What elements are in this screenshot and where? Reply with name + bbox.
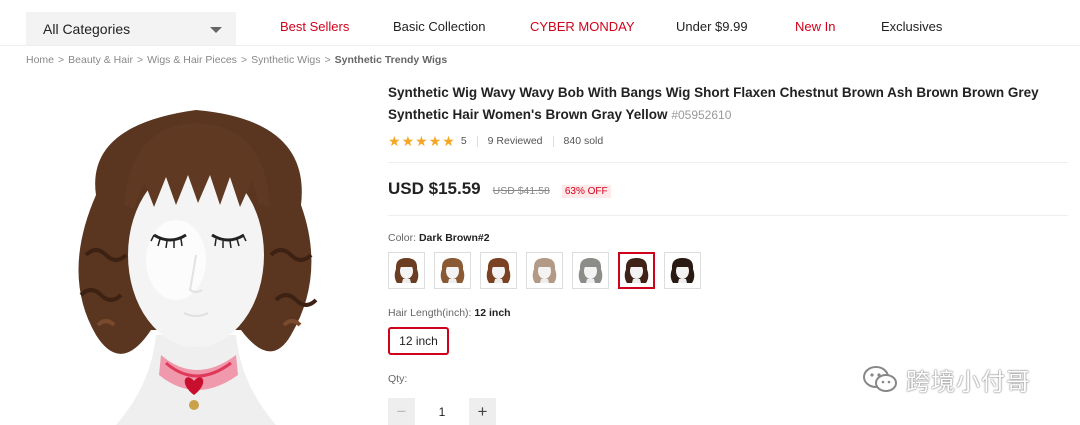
color-swatch-dark-brown-2[interactable] [618,252,655,289]
length-label: Hair Length(inch): 12 inch [388,307,1068,319]
swatch-thumbnail [440,258,465,283]
qty-decrement-button[interactable]: − [388,398,415,425]
breadcrumb: Home > Beauty & Hair > Wigs & Hair Pieces > Sy… [26,54,448,66]
swatch-thumbnail [394,258,419,283]
swatch-thumbnail [670,258,695,283]
divider [552,135,554,147]
breadcrumb-synthetic-wigs[interactable]: Synthetic Wigs [251,54,320,66]
original-price: USD $41.58 [492,185,550,197]
color-swatch-brown[interactable] [388,252,425,289]
swatch-thumbnail [624,258,649,283]
product-main-image[interactable] [26,85,376,425]
wechat-icon [863,365,897,392]
sold-count: 840 sold [563,135,604,147]
quantity-stepper: − 1 + [388,398,1068,425]
price-row: USD $15.59 USD $41.58 63% OFF [388,179,1068,199]
swatch-thumbnail [486,258,511,283]
discount-badge: 63% OFF [561,185,611,198]
color-swatches [388,252,1068,289]
qty-increment-button[interactable]: + [469,398,496,425]
nav-link-exclusives[interactable]: Exclusives [881,19,942,34]
nav-link-cyber-monday[interactable]: CYBER MONDAY [530,19,635,34]
star-rating: ★ ★ ★ ★ ★ [388,134,455,148]
star-icon: ★ [401,133,415,149]
product-sku: #05952610 [671,108,732,122]
star-icon: ★ [442,133,455,149]
color-selected-value: Dark Brown#2 [418,232,490,244]
watermark-text: 跨境小付哥 [906,368,1031,396]
current-price: USD $15.59 [388,179,481,198]
nav-link-new-in[interactable]: New In [795,19,835,34]
product-title: Synthetic Wig Wavy Wavy Bob With Bangs W… [388,82,1068,126]
rating-row: ★ ★ ★ ★ ★ 5 9 Reviewed 840 sold [388,132,1068,150]
color-label: Color: Dark Brown#2 [388,232,1068,244]
length-selected-value: 12 inch [474,307,511,319]
rating-value: 5 [460,135,467,147]
breadcrumb-wigs-hair-pieces[interactable]: Wigs & Hair Pieces [147,54,237,66]
top-navigation: All Categories Best Sellers Basic Collec… [0,0,1080,46]
breadcrumb-home[interactable]: Home [26,54,54,66]
divider [388,215,1068,216]
watermark: 跨境小付哥 [862,362,1031,397]
category-select[interactable]: All Categories [26,12,236,45]
breadcrumb-beauty-hair[interactable]: Beauty & Hair [68,54,133,66]
color-swatch-black-brown[interactable] [664,252,701,289]
color-swatch-light-brown[interactable] [434,252,471,289]
divider [476,135,478,147]
length-option-12-inch[interactable]: 12 inch [388,327,449,355]
color-label-text: Color: [388,232,417,244]
breadcrumb-current: Synthetic Trendy Wigs [334,54,448,66]
category-select-label: All Categories [43,20,131,37]
reviews-link[interactable]: 9 Reviewed [488,135,543,147]
qty-value[interactable]: 1 [415,405,469,419]
swatch-thumbnail [532,258,557,283]
star-icon: ★ [415,133,428,149]
nav-link-best-sellers[interactable]: Best Sellers [280,19,349,34]
nav-link-basic-collection[interactable]: Basic Collection [393,19,486,34]
wig-mannequin-image [78,110,318,425]
star-icon: ★ [428,133,442,149]
color-swatch-grey[interactable] [572,252,609,289]
divider [388,162,1068,163]
chevron-down-icon [210,27,222,33]
color-swatch-ash-brown[interactable] [526,252,563,289]
length-label-text: Hair Length(inch): [388,307,472,319]
swatch-thumbnail [578,258,603,283]
color-swatch-chestnut[interactable] [480,252,517,289]
star-icon: ★ [388,133,401,149]
nav-link-under-9-99[interactable]: Under $9.99 [676,19,748,34]
